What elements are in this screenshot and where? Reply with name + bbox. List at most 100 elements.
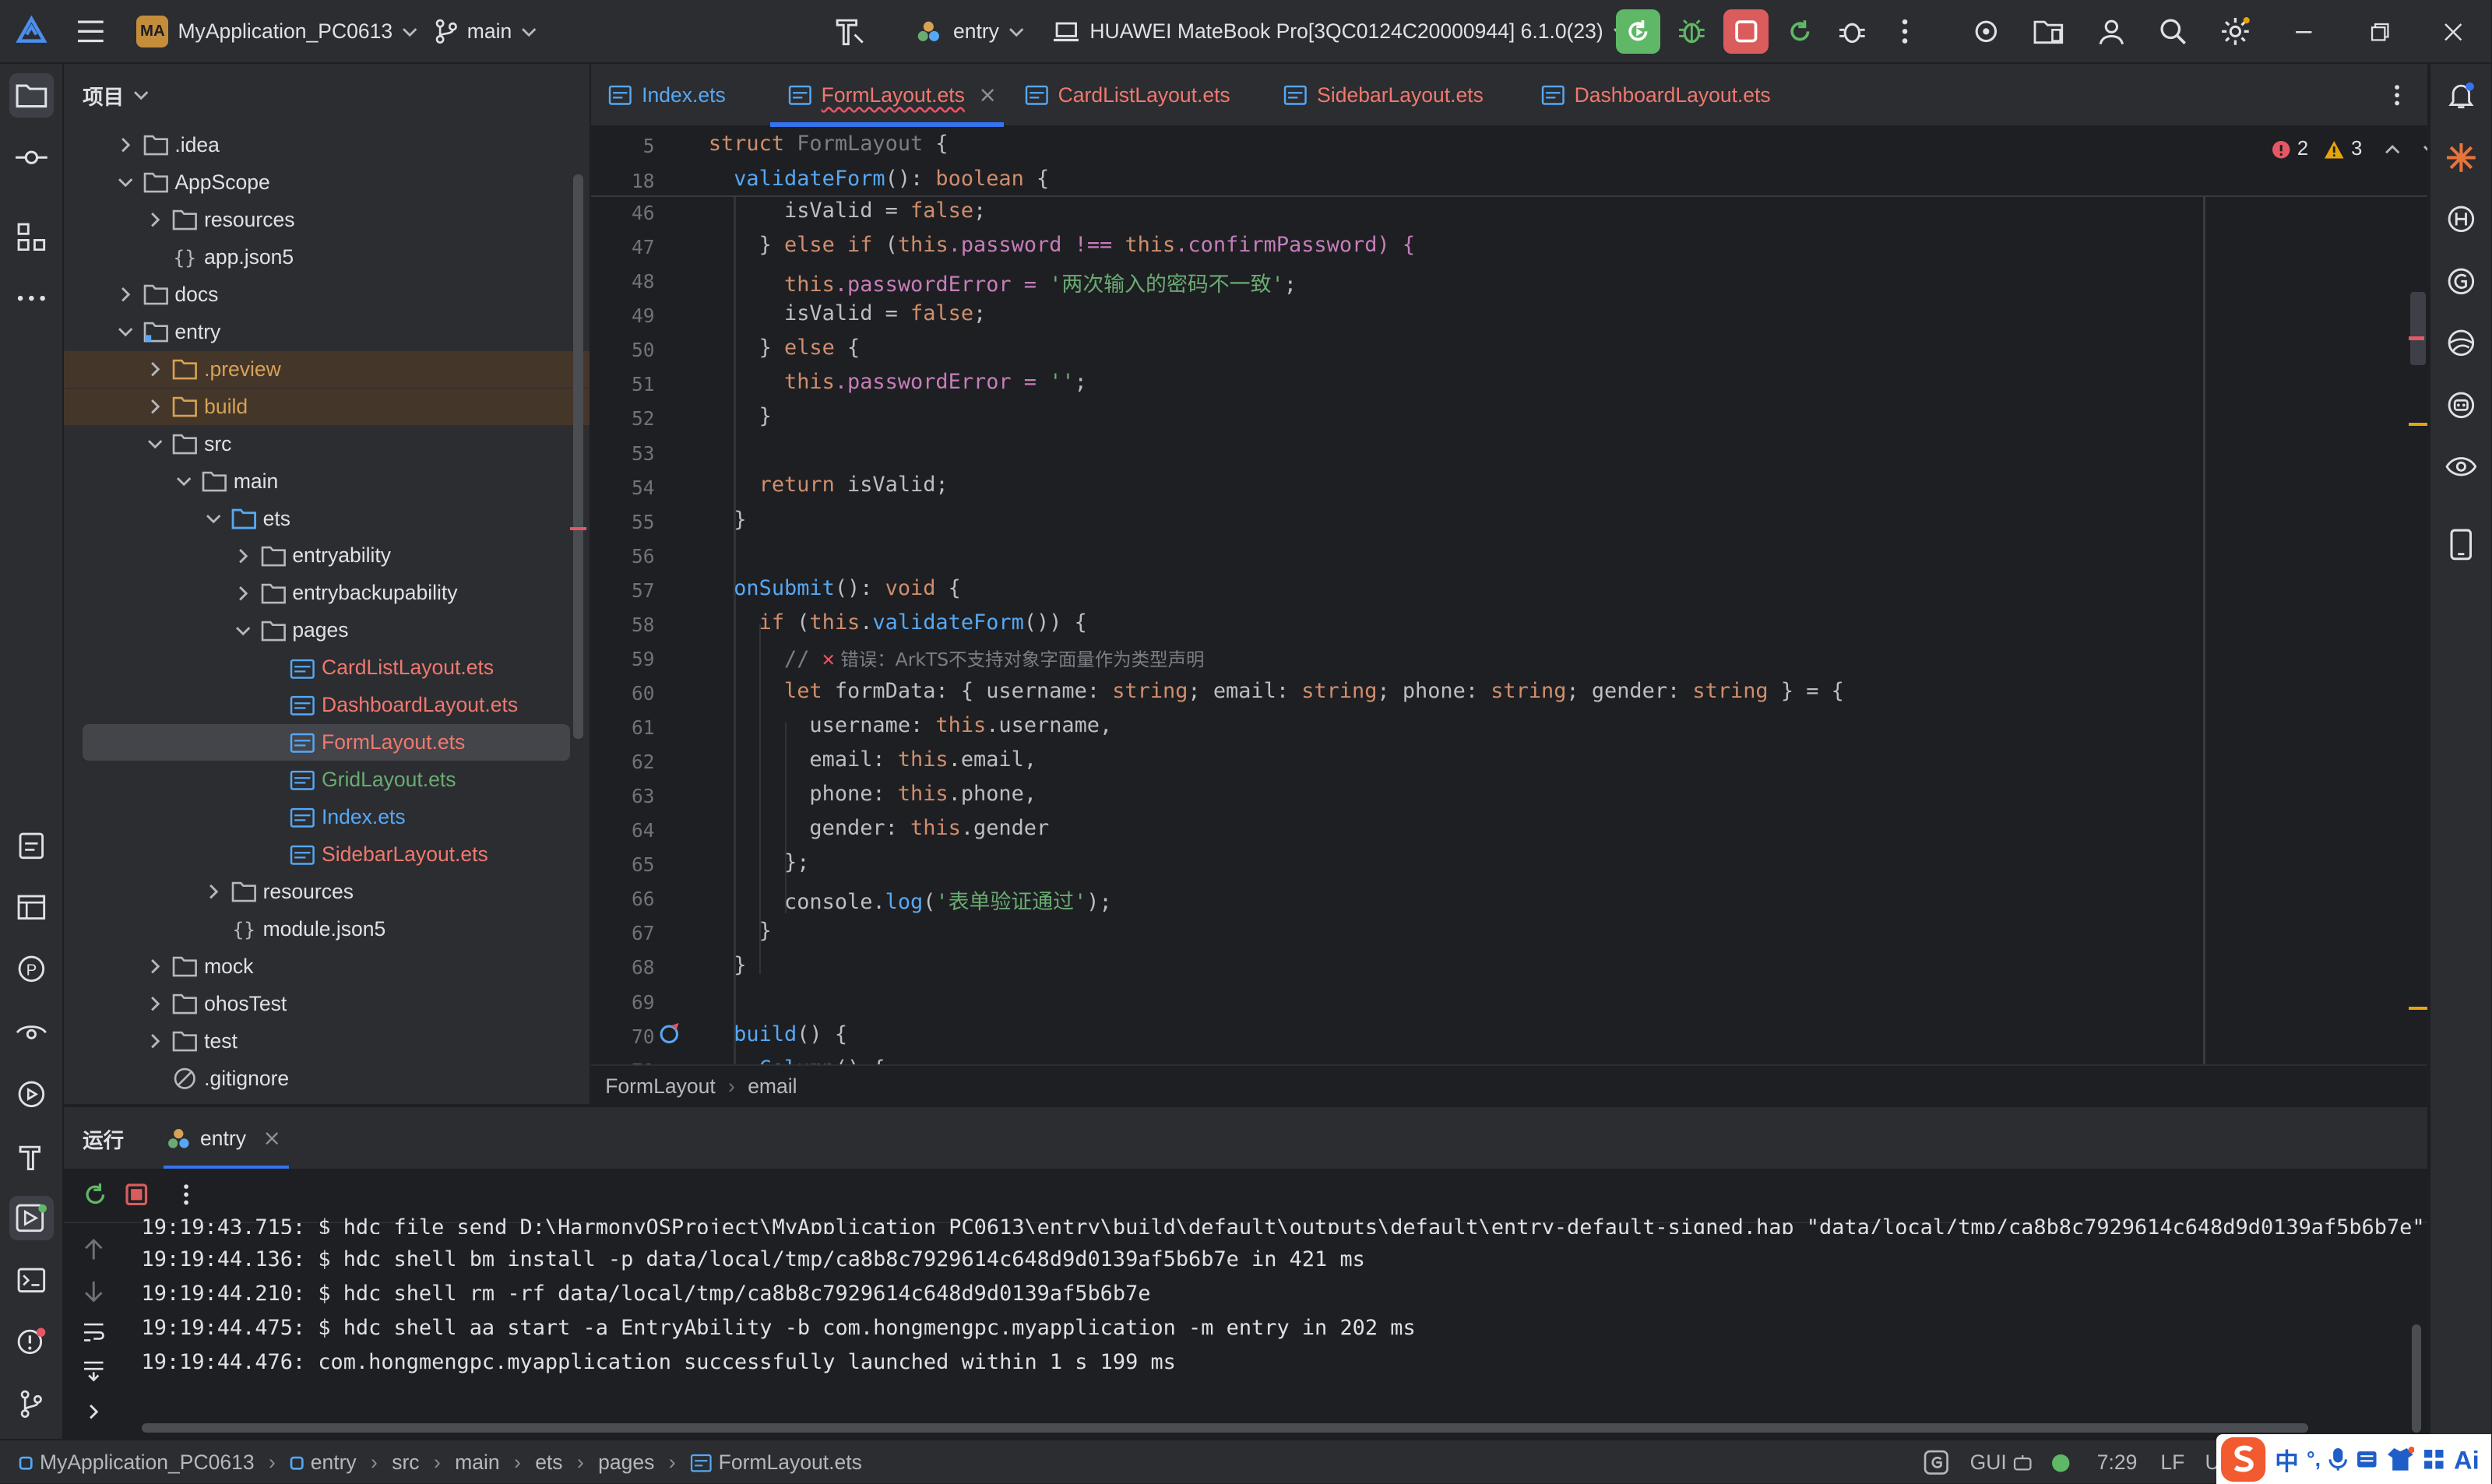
line-number[interactable]: 67 bbox=[591, 922, 654, 944]
previewer-eye-icon[interactable] bbox=[2438, 445, 2483, 489]
error-stripe-mark[interactable] bbox=[2408, 336, 2425, 340]
status-path-item[interactable]: src bbox=[392, 1451, 419, 1475]
override-marker-icon[interactable] bbox=[658, 1022, 681, 1046]
hammer-build-icon[interactable] bbox=[832, 0, 868, 64]
line-number[interactable]: 70 bbox=[591, 1025, 654, 1048]
rerun-icon[interactable] bbox=[83, 1182, 108, 1208]
line-number[interactable]: 55 bbox=[591, 511, 654, 533]
ime-menu-icon[interactable] bbox=[2423, 1448, 2445, 1471]
ime-mode[interactable]: 中 bbox=[2275, 1443, 2299, 1477]
warning-stripe-mark[interactable] bbox=[2408, 422, 2428, 426]
apply-changes-icon[interactable] bbox=[1778, 9, 1822, 54]
editor-tab[interactable]: Index.ets bbox=[608, 64, 726, 128]
tree-item[interactable]: Index.ets bbox=[64, 799, 590, 835]
more-tools-icon[interactable] bbox=[9, 276, 54, 321]
stop-button[interactable] bbox=[1723, 9, 1769, 55]
account-icon[interactable] bbox=[2089, 9, 2134, 54]
line-number[interactable]: 66 bbox=[591, 888, 654, 910]
gradle-g-icon[interactable] bbox=[2438, 259, 2483, 304]
line-number[interactable]: 62 bbox=[591, 751, 654, 773]
status-path-item[interactable]: main bbox=[455, 1451, 499, 1475]
breadcrumb-item[interactable]: email bbox=[748, 1074, 797, 1099]
project-switcher[interactable]: MA MyApplication_PC0613 bbox=[136, 0, 417, 64]
scroll-to-end-icon[interactable] bbox=[83, 1359, 105, 1382]
more-vertical-icon[interactable] bbox=[1882, 9, 1927, 54]
chevron-down-icon[interactable] bbox=[114, 321, 137, 343]
chevron-right-icon[interactable] bbox=[114, 283, 137, 306]
line-number[interactable]: 53 bbox=[591, 442, 654, 465]
tree-item[interactable]: AppScope bbox=[64, 164, 590, 201]
attach-debugger-icon[interactable] bbox=[1830, 9, 1874, 54]
chevron-right-icon[interactable] bbox=[232, 545, 255, 568]
status-path-item[interactable]: ets bbox=[535, 1451, 562, 1475]
line-separator[interactable]: LF bbox=[2160, 1440, 2184, 1484]
problems-icon[interactable] bbox=[9, 1320, 54, 1364]
line-number[interactable]: 59 bbox=[591, 648, 654, 670]
terminal-icon[interactable] bbox=[9, 1258, 54, 1303]
more-vertical-icon[interactable] bbox=[183, 1183, 189, 1206]
project-folder-icon[interactable] bbox=[9, 72, 55, 118]
main-menu-icon[interactable] bbox=[76, 0, 105, 64]
profiler-icon[interactable]: P bbox=[9, 947, 54, 991]
status-path-item[interactable]: MyApplication_PC0613 bbox=[40, 1451, 255, 1475]
todo-icon[interactable] bbox=[9, 823, 54, 867]
chevron-right-icon[interactable] bbox=[144, 993, 167, 1015]
settings-gear-icon[interactable] bbox=[2213, 9, 2258, 54]
tree-item[interactable]: ohosTest bbox=[64, 986, 590, 1022]
tree-item[interactable]: .gitignore bbox=[64, 1060, 590, 1097]
harmony-h-icon[interactable] bbox=[2438, 197, 2483, 241]
gui-status[interactable]: GUI bbox=[1924, 1440, 2032, 1484]
tree-item[interactable]: entry bbox=[64, 314, 590, 350]
robot-icon[interactable] bbox=[2438, 383, 2483, 427]
line-number[interactable]: 69 bbox=[591, 991, 654, 1014]
line-number[interactable]: 51 bbox=[591, 373, 654, 396]
line-number[interactable]: 68 bbox=[591, 956, 654, 979]
status-green-dot-icon[interactable] bbox=[2051, 1440, 2070, 1484]
warning-stripe-mark[interactable] bbox=[2408, 1007, 2428, 1011]
services-icon[interactable] bbox=[9, 1072, 54, 1117]
line-number[interactable]: 50 bbox=[591, 339, 654, 361]
scroll-down-icon[interactable] bbox=[83, 1280, 105, 1303]
line-number[interactable]: 60 bbox=[591, 682, 654, 705]
soft-wrap-icon[interactable] bbox=[83, 1321, 105, 1344]
console-hscrollbar[interactable] bbox=[141, 1422, 2309, 1433]
close-tab-icon[interactable] bbox=[265, 1131, 279, 1145]
chevron-right-icon[interactable] bbox=[144, 1030, 167, 1053]
tree-item[interactable]: build bbox=[63, 388, 590, 425]
line-number[interactable]: 49 bbox=[591, 304, 654, 327]
tree-item[interactable]: SidebarLayout.ets bbox=[64, 836, 590, 873]
device-manager-icon[interactable] bbox=[2027, 9, 2071, 54]
network-globe-icon[interactable] bbox=[2438, 321, 2483, 365]
scroll-up-icon[interactable] bbox=[83, 1239, 105, 1261]
run-tab-entry[interactable]: entry bbox=[164, 1107, 283, 1171]
stop-icon[interactable] bbox=[125, 1183, 148, 1206]
tree-item[interactable]: GridLayout.ets bbox=[64, 761, 590, 798]
tree-item[interactable]: entryability bbox=[64, 538, 590, 575]
project-view-selector[interactable]: 项目 bbox=[83, 64, 150, 128]
tree-scrollbar[interactable] bbox=[573, 174, 583, 739]
tree-item[interactable]: FormLayout.ets bbox=[83, 724, 571, 761]
chevron-right-icon[interactable] bbox=[144, 209, 167, 231]
editor-tab[interactable]: CardListLayout.ets bbox=[1025, 64, 1230, 128]
ime-toolbar[interactable]: 中 °, Ai bbox=[2216, 1434, 2491, 1484]
tree-item[interactable]: .preview bbox=[63, 350, 590, 388]
tree-item[interactable]: pages bbox=[64, 612, 590, 649]
line-number[interactable]: 52 bbox=[591, 407, 654, 430]
line-number[interactable]: 47 bbox=[591, 236, 654, 258]
branch-switcher[interactable]: main bbox=[435, 0, 537, 64]
commit-icon[interactable] bbox=[9, 135, 54, 179]
line-number[interactable]: 48 bbox=[591, 270, 654, 293]
chevron-down-icon[interactable] bbox=[232, 620, 255, 642]
run-console[interactable]: 19:19:43.715: $ hdc file send D:\Harmony… bbox=[63, 1169, 2428, 1440]
previous-highlight-icon[interactable] bbox=[2385, 142, 2400, 157]
line-number[interactable]: 54 bbox=[591, 476, 654, 499]
code-editor[interactable]: 5 struct FormLayout { 18 validateForm():… bbox=[590, 127, 2428, 1064]
line-number[interactable]: 61 bbox=[591, 716, 654, 739]
console-vscrollbar[interactable] bbox=[2411, 1324, 2421, 1433]
editor-scrollbar[interactable] bbox=[2409, 292, 2427, 366]
tree-item[interactable]: mock bbox=[64, 948, 590, 985]
caret-position[interactable]: 7:29 bbox=[2097, 1440, 2138, 1484]
tree-item[interactable]: src bbox=[64, 426, 590, 462]
tree-item[interactable]: ets bbox=[64, 501, 590, 537]
tree-item[interactable]: docs bbox=[64, 276, 590, 313]
